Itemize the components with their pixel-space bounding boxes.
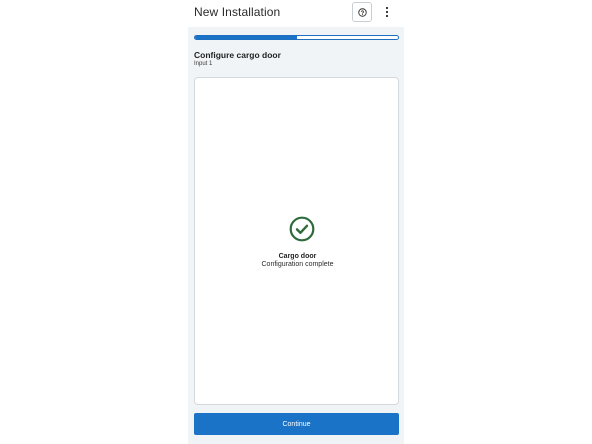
more-options-button[interactable] bbox=[380, 3, 394, 21]
status-message: Configuration complete bbox=[261, 261, 334, 268]
status-title: Cargo door bbox=[278, 253, 317, 260]
help-circle-icon bbox=[357, 7, 367, 17]
app-bar: New Installation bbox=[188, 0, 404, 27]
help-button[interactable] bbox=[352, 2, 372, 22]
check-circle-icon bbox=[289, 216, 315, 242]
continue-button[interactable]: Continue bbox=[194, 413, 399, 435]
progress-bar-fill bbox=[195, 36, 297, 39]
step-subtitle: Input 1 bbox=[194, 61, 213, 67]
status-card: Cargo door Configuration complete bbox=[194, 77, 399, 405]
page-title: New Installation bbox=[194, 5, 281, 19]
progress-bar bbox=[194, 35, 399, 40]
more-vert-icon bbox=[385, 6, 389, 18]
step-title: Configure cargo door bbox=[194, 50, 281, 60]
app-screen: New Installation Configure cargo door In… bbox=[188, 0, 404, 444]
